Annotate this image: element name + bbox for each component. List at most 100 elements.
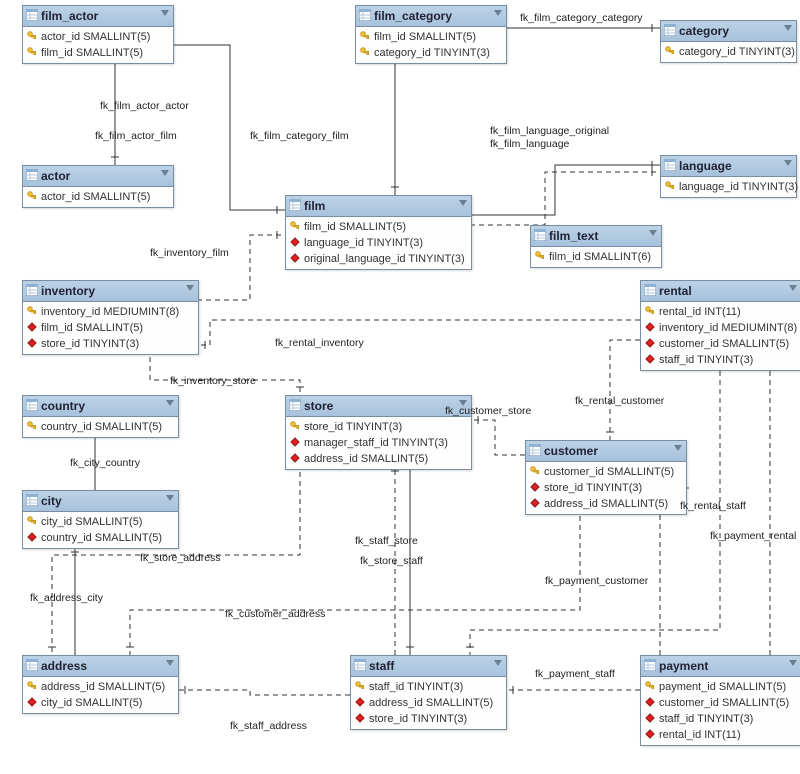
collapse-arrow-icon[interactable] <box>789 285 797 291</box>
column-label: rental_id INT(11) <box>659 729 741 741</box>
entity-title[interactable]: staff <box>351 656 506 677</box>
column-row[interactable]: rental_id INT(11) <box>641 304 800 320</box>
entity-rental[interactable]: rental rental_id INT(11)inventory_id MEDI… <box>640 280 800 371</box>
column-row[interactable]: address_id SMALLINT(5) <box>286 451 471 467</box>
column-row[interactable]: store_id TINYINT(3) <box>351 711 506 727</box>
column-row[interactable]: film_id SMALLINT(5) <box>23 320 198 336</box>
collapse-arrow-icon[interactable] <box>674 445 682 451</box>
collapse-arrow-icon[interactable] <box>494 660 502 666</box>
column-row[interactable]: address_id SMALLINT(5) <box>351 695 506 711</box>
column-row[interactable]: actor_id SMALLINT(5) <box>23 29 173 45</box>
column-row[interactable]: film_id SMALLINT(6) <box>531 249 661 265</box>
column-row[interactable]: store_id TINYINT(3) <box>286 419 471 435</box>
collapse-arrow-icon[interactable] <box>166 400 174 406</box>
entity-city[interactable]: city city_id SMALLINT(5)country_id SMALLI… <box>22 490 179 549</box>
column-row[interactable]: film_id SMALLINT(5) <box>23 45 173 61</box>
entity-title[interactable]: customer <box>526 441 686 462</box>
column-row[interactable]: address_id SMALLINT(5) <box>23 679 178 695</box>
column-row[interactable]: address_id SMALLINT(5) <box>526 496 686 512</box>
column-label: address_id SMALLINT(5) <box>304 453 428 465</box>
entity-title[interactable]: city <box>23 491 178 512</box>
column-label: actor_id SMALLINT(5) <box>41 31 150 43</box>
column-row[interactable]: category_id TINYINT(3) <box>356 45 506 61</box>
column-row[interactable]: customer_id SMALLINT(5) <box>641 695 800 711</box>
column-label: country_id SMALLINT(5) <box>41 421 162 433</box>
entity-category[interactable]: category category_id TINYINT(3) <box>660 20 797 63</box>
collapse-arrow-icon[interactable] <box>161 170 169 176</box>
entity-customer[interactable]: customer customer_id SMALLINT(5) store_id … <box>525 440 687 515</box>
column-row[interactable]: category_id TINYINT(3) <box>661 44 796 60</box>
entity-address[interactable]: address address_id SMALLINT(5) city_id SMA… <box>22 655 179 714</box>
column-label: film_id SMALLINT(6) <box>549 251 651 263</box>
entity-name-label: rental <box>659 284 692 298</box>
entity-title[interactable]: store <box>286 396 471 417</box>
column-label: film_id SMALLINT(5) <box>41 47 143 59</box>
column-label: address_id SMALLINT(5) <box>41 681 165 693</box>
column-row[interactable]: rental_id INT(11) <box>641 727 800 743</box>
collapse-arrow-icon[interactable] <box>494 10 502 16</box>
entity-store[interactable]: store store_id TINYINT(3)manager_staff_id… <box>285 395 472 470</box>
entity-title[interactable]: country <box>23 396 178 417</box>
column-row[interactable]: inventory_id MEDIUMINT(8) <box>23 304 198 320</box>
entity-title[interactable]: film_category <box>356 6 506 27</box>
column-row[interactable]: language_id TINYINT(3) <box>661 179 796 195</box>
entity-film_text[interactable]: film_text film_id SMALLINT(6) <box>530 225 662 268</box>
collapse-arrow-icon[interactable] <box>784 25 792 31</box>
column-row[interactable]: payment_id SMALLINT(5) <box>641 679 800 695</box>
entity-actor[interactable]: actor actor_id SMALLINT(5) <box>22 165 174 208</box>
entity-film_actor[interactable]: film_actor actor_id SMALLINT(5) film_id SM… <box>22 5 174 64</box>
collapse-arrow-icon[interactable] <box>166 495 174 501</box>
entity-inventory[interactable]: inventory inventory_id MEDIUMINT(8)film_i… <box>22 280 199 355</box>
collapse-arrow-icon[interactable] <box>166 660 174 666</box>
entity-payment[interactable]: paymentpayment_id SMALLINT(5)customer_id… <box>640 655 800 746</box>
column-row[interactable]: film_id SMALLINT(5) <box>286 219 471 235</box>
column-row[interactable]: film_id SMALLINT(5) <box>356 29 506 45</box>
column-list: payment_id SMALLINT(5)customer_id SMALLI… <box>641 677 800 745</box>
column-list: category_id TINYINT(3) <box>661 42 796 62</box>
column-list: rental_id INT(11)inventory_id MEDIUMINT(… <box>641 302 800 370</box>
entity-film_category[interactable]: film_category film_id SMALLINT(5)category… <box>355 5 507 64</box>
entity-film[interactable]: film film_id SMALLINT(5)language_id TINYI… <box>285 195 472 270</box>
collapse-arrow-icon[interactable] <box>459 400 467 406</box>
column-row[interactable]: country_id SMALLINT(5) <box>23 530 178 546</box>
column-label: address_id SMALLINT(5) <box>369 697 493 709</box>
column-row[interactable]: manager_staff_id TINYINT(3) <box>286 435 471 451</box>
collapse-arrow-icon[interactable] <box>649 230 657 236</box>
collapse-arrow-icon[interactable] <box>789 660 797 666</box>
entity-title[interactable]: payment <box>641 656 800 677</box>
column-list: actor_id SMALLINT(5) <box>23 187 173 207</box>
column-row[interactable]: actor_id SMALLINT(5) <box>23 189 173 205</box>
column-row[interactable]: original_language_id TINYINT(3) <box>286 251 471 267</box>
entity-title[interactable]: language <box>661 156 796 177</box>
entity-title[interactable]: address <box>23 656 178 677</box>
entity-title[interactable]: actor <box>23 166 173 187</box>
column-row[interactable]: staff_id TINYINT(3) <box>641 711 800 727</box>
column-row[interactable]: store_id TINYINT(3) <box>23 336 198 352</box>
entity-staff[interactable]: staff staff_id TINYINT(3) address_id SMALL… <box>350 655 507 730</box>
collapse-arrow-icon[interactable] <box>784 160 792 166</box>
entity-title[interactable]: film_text <box>531 226 661 247</box>
column-label: store_id TINYINT(3) <box>544 482 642 494</box>
entity-country[interactable]: country country_id SMALLINT(5) <box>22 395 179 438</box>
column-row[interactable]: staff_id TINYINT(3) <box>351 679 506 695</box>
entity-title[interactable]: inventory <box>23 281 198 302</box>
entity-title[interactable]: film_actor <box>23 6 173 27</box>
entity-language[interactable]: language language_id TINYINT(3) <box>660 155 797 198</box>
column-row[interactable]: city_id SMALLINT(5) <box>23 514 178 530</box>
column-row[interactable]: city_id SMALLINT(5) <box>23 695 178 711</box>
entity-title[interactable]: film <box>286 196 471 217</box>
column-row[interactable]: country_id SMALLINT(5) <box>23 419 178 435</box>
column-row[interactable]: customer_id SMALLINT(5) <box>641 336 800 352</box>
collapse-arrow-icon[interactable] <box>161 10 169 16</box>
column-row[interactable]: staff_id TINYINT(3) <box>641 352 800 368</box>
column-label: customer_id SMALLINT(5) <box>544 466 674 478</box>
collapse-arrow-icon[interactable] <box>459 200 467 206</box>
entity-title[interactable]: rental <box>641 281 800 302</box>
column-row[interactable]: inventory_id MEDIUMINT(8) <box>641 320 800 336</box>
column-row[interactable]: language_id TINYINT(3) <box>286 235 471 251</box>
column-row[interactable]: customer_id SMALLINT(5) <box>526 464 686 480</box>
entity-name-label: actor <box>41 169 70 183</box>
collapse-arrow-icon[interactable] <box>186 285 194 291</box>
column-row[interactable]: store_id TINYINT(3) <box>526 480 686 496</box>
entity-title[interactable]: category <box>661 21 796 42</box>
